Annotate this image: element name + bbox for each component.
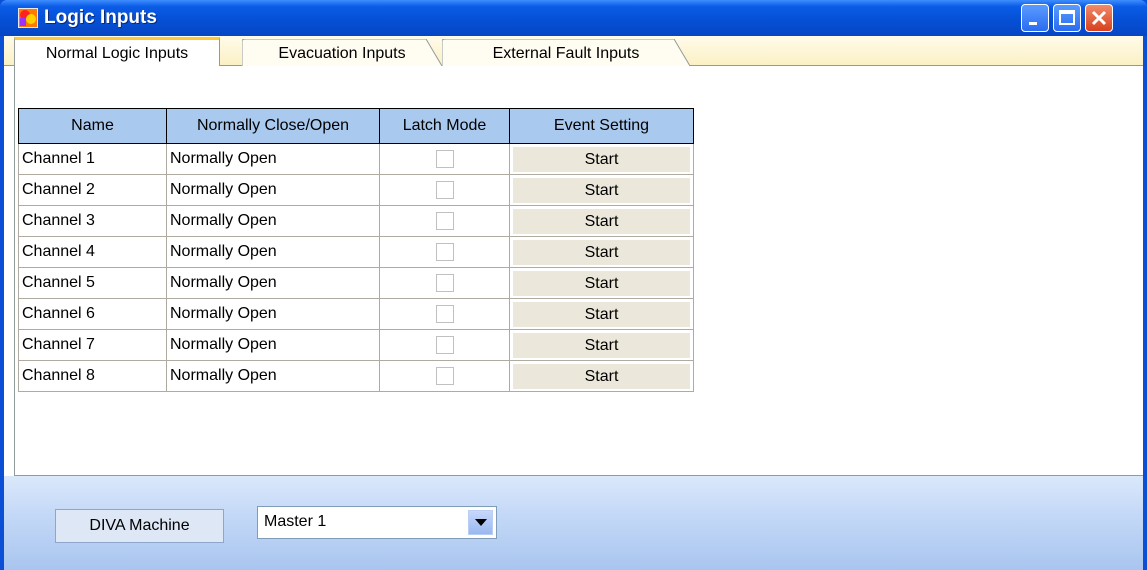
channel-name-cell[interactable]: Channel 1 xyxy=(18,143,167,175)
column-header-normally-close-open[interactable]: Normally Close/Open xyxy=(166,108,380,144)
table-row: Channel 6 Normally Open Start xyxy=(18,298,694,330)
column-header-event-setting[interactable]: Event Setting xyxy=(509,108,694,144)
latch-mode-cell xyxy=(379,174,510,206)
event-setting-cell: Start xyxy=(509,298,694,330)
channel-name-cell[interactable]: Channel 5 xyxy=(18,267,167,299)
table-row: Channel 7 Normally Open Start xyxy=(18,329,694,361)
app-icon xyxy=(18,8,38,28)
close-icon xyxy=(1091,10,1107,26)
event-setting-cell: Start xyxy=(509,329,694,361)
table-row: Channel 1 Normally Open Start xyxy=(18,143,694,175)
minimize-button[interactable] xyxy=(1021,4,1049,32)
normally-mode-cell[interactable]: Normally Open xyxy=(166,267,380,299)
diva-machine-label: DIVA Machine xyxy=(55,509,224,543)
tab-label: Normal Logic Inputs xyxy=(45,45,189,62)
column-header-name[interactable]: Name xyxy=(18,108,167,144)
table-row: Channel 3 Normally Open Start xyxy=(18,205,694,237)
latch-mode-cell xyxy=(379,360,510,392)
latch-mode-checkbox[interactable] xyxy=(435,335,454,354)
latch-mode-checkbox[interactable] xyxy=(435,149,454,168)
normally-mode-cell[interactable]: Normally Open xyxy=(166,329,380,361)
column-header-latch-mode[interactable]: Latch Mode xyxy=(379,108,510,144)
tab-external-fault-inputs[interactable]: External Fault Inputs xyxy=(442,39,690,66)
normally-mode-cell[interactable]: Normally Open xyxy=(166,298,380,330)
tab-evacuation-inputs[interactable]: Evacuation Inputs xyxy=(242,39,442,66)
start-button[interactable]: Start xyxy=(513,301,690,327)
latch-mode-cell xyxy=(379,298,510,330)
table-header-row: Name Normally Close/Open Latch Mode Even… xyxy=(18,108,694,144)
normally-mode-cell[interactable]: Normally Open xyxy=(166,360,380,392)
latch-mode-checkbox[interactable] xyxy=(435,211,454,230)
client-area: Evacuation Inputs External Fault Inputs … xyxy=(4,36,1143,570)
latch-mode-cell xyxy=(379,205,510,237)
start-button[interactable]: Start xyxy=(513,270,690,296)
event-setting-cell: Start xyxy=(509,143,694,175)
normally-mode-cell[interactable]: Normally Open xyxy=(166,143,380,175)
latch-mode-checkbox[interactable] xyxy=(435,242,454,261)
channel-name-cell[interactable]: Channel 6 xyxy=(18,298,167,330)
logic-inputs-window: Logic Inputs Evacuation Inputs External … xyxy=(0,0,1147,570)
event-setting-cell: Start xyxy=(509,174,694,206)
event-setting-cell: Start xyxy=(509,205,694,237)
normally-mode-cell[interactable]: Normally Open xyxy=(166,205,380,237)
normally-mode-cell[interactable]: Normally Open xyxy=(166,236,380,268)
close-button[interactable] xyxy=(1085,4,1113,32)
channel-name-cell[interactable]: Channel 7 xyxy=(18,329,167,361)
machine-select[interactable]: Master 1 xyxy=(257,506,497,539)
latch-mode-cell xyxy=(379,143,510,175)
start-button[interactable]: Start xyxy=(513,332,690,358)
machine-select-value: Master 1 xyxy=(264,513,327,530)
window-title: Logic Inputs xyxy=(44,7,157,28)
latch-mode-cell xyxy=(379,236,510,268)
latch-mode-checkbox[interactable] xyxy=(435,304,454,323)
latch-mode-cell xyxy=(379,267,510,299)
start-button[interactable]: Start xyxy=(513,177,690,203)
latch-mode-checkbox[interactable] xyxy=(435,366,454,385)
table-row: Channel 5 Normally Open Start xyxy=(18,267,694,299)
title-bar[interactable]: Logic Inputs xyxy=(0,0,1147,36)
channel-name-cell[interactable]: Channel 4 xyxy=(18,236,167,268)
tab-label: Evacuation Inputs xyxy=(278,45,406,62)
tab-strip: Evacuation Inputs External Fault Inputs … xyxy=(4,36,1143,67)
latch-mode-checkbox[interactable] xyxy=(435,273,454,292)
event-setting-cell: Start xyxy=(509,360,694,392)
latch-mode-cell xyxy=(379,329,510,361)
start-button[interactable]: Start xyxy=(513,363,690,389)
tab-label: External Fault Inputs xyxy=(492,45,640,62)
maximize-button[interactable] xyxy=(1053,4,1081,32)
logic-inputs-table: Name Normally Close/Open Latch Mode Even… xyxy=(18,108,694,392)
channel-name-cell[interactable]: Channel 3 xyxy=(18,205,167,237)
minimize-icon xyxy=(1029,22,1037,25)
tab-normal-logic-inputs[interactable]: Normal Logic Inputs xyxy=(14,37,220,67)
footer-bar: DIVA Machine Master 1 xyxy=(4,476,1143,570)
latch-mode-checkbox[interactable] xyxy=(435,180,454,199)
table-row: Channel 8 Normally Open Start xyxy=(18,360,694,392)
table-row: Channel 4 Normally Open Start xyxy=(18,236,694,268)
dropdown-button[interactable] xyxy=(468,510,493,535)
start-button[interactable]: Start xyxy=(513,208,690,234)
channel-name-cell[interactable]: Channel 8 xyxy=(18,360,167,392)
event-setting-cell: Start xyxy=(509,267,694,299)
start-button[interactable]: Start xyxy=(513,146,690,172)
event-setting-cell: Start xyxy=(509,236,694,268)
normally-mode-cell[interactable]: Normally Open xyxy=(166,174,380,206)
maximize-icon xyxy=(1059,10,1075,25)
channel-name-cell[interactable]: Channel 2 xyxy=(18,174,167,206)
chevron-down-icon xyxy=(475,519,487,526)
table-row: Channel 2 Normally Open Start xyxy=(18,174,694,206)
start-button[interactable]: Start xyxy=(513,239,690,265)
